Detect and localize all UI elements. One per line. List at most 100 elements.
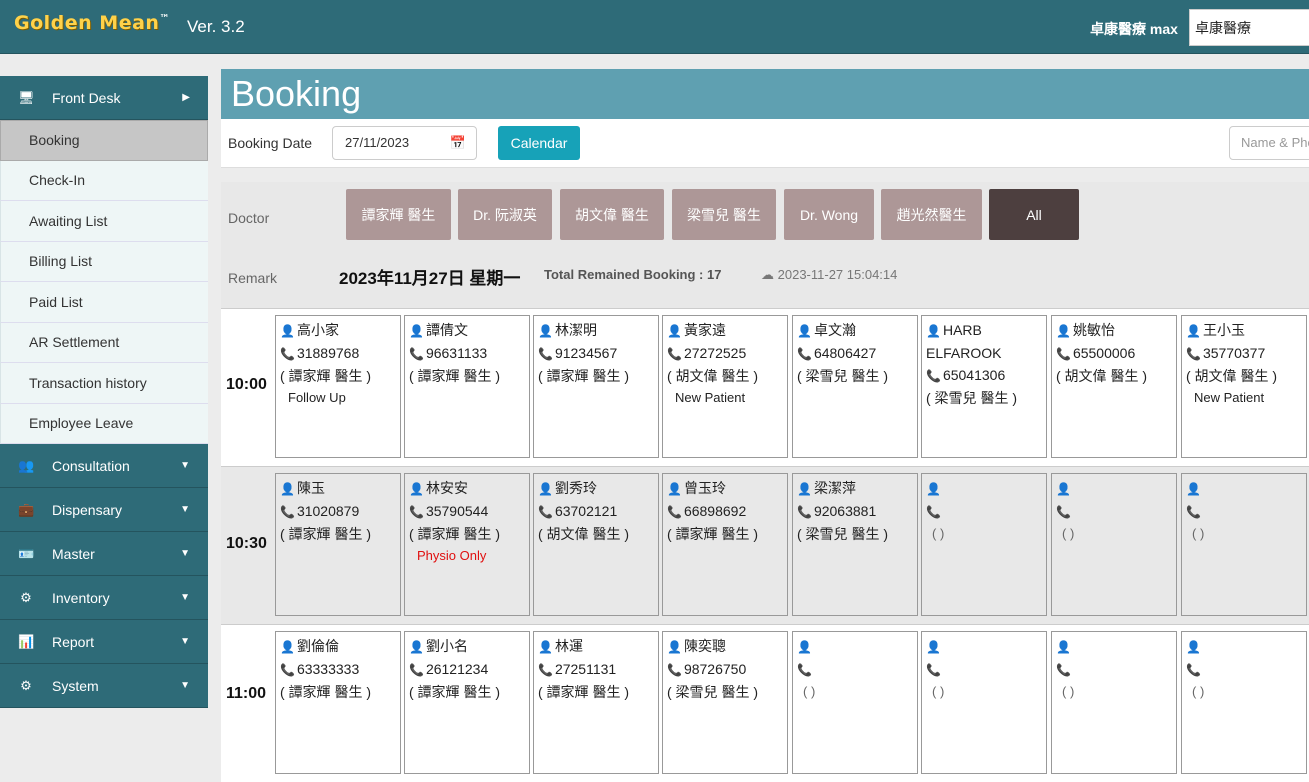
- chevron-down-icon: ▼: [180, 460, 190, 471]
- patient-name-line: 👤 陳奕聰: [667, 635, 783, 658]
- slot-doctor: ( 梁雪兒 醫生 ): [926, 390, 1017, 406]
- patient-name: 劉秀玲: [554, 480, 597, 496]
- booking-slot[interactable]: 👤 HARB ELFAROOK 📞 65041306 ( 梁雪兒 醫生 ): [921, 315, 1047, 458]
- patient-name: 劉小名: [425, 638, 468, 654]
- remained-booking: Total Remained Booking : 17: [544, 267, 722, 282]
- patient-phone: 27272525: [683, 345, 747, 361]
- patient-name: 梁潔萍: [813, 480, 856, 496]
- patient-phone-line: 📞 27272525: [667, 342, 783, 365]
- booking-slot[interactable]: 👤 📞 ( ): [921, 473, 1047, 616]
- booking-slot[interactable]: 👤 林潔明 📞 91234567( 譚家輝 醫生 ): [533, 315, 659, 458]
- monitor-icon: 🖥: [18, 89, 35, 105]
- booking-slot[interactable]: 👤 卓文瀚 📞 64806427( 梁雪兒 醫生 ): [792, 315, 918, 458]
- patient-name-line: 👤 林運: [538, 635, 654, 658]
- user-icon: 👤: [538, 640, 553, 654]
- booking-slot[interactable]: 👤 林安安 📞 35790544( 譚家輝 醫生 ) Physio Only: [404, 473, 530, 616]
- booking-slot[interactable]: 👤 📞 ( ): [1181, 473, 1307, 616]
- booking-slot[interactable]: 👤 📞 ( ): [1051, 473, 1177, 616]
- empty-phone-line: 📞: [1056, 500, 1172, 523]
- slot-doctor: ( 譚家輝 醫生 ): [409, 684, 500, 700]
- patient-name-line: 👤 卓文瀚: [797, 319, 913, 342]
- booking-slot[interactable]: 👤 王小玉 📞 35770377( 胡文偉 醫生 ) New Patient: [1181, 315, 1307, 458]
- time-slot-row: 10:30 👤 陳玉 📞 31020879( 譚家輝 醫生 ) 👤 林安安 📞 35790544…: [221, 466, 1309, 624]
- clinic-select[interactable]: [1189, 9, 1309, 46]
- doctor-filter-button[interactable]: 譚家輝 醫生: [346, 189, 451, 240]
- patient-name-line: 👤 劉倫倫: [280, 635, 396, 658]
- bar-chart-icon: 📊: [18, 633, 35, 649]
- patient-name-line: 👤 林安安: [409, 477, 525, 500]
- patient-phone-line: 📞 91234567: [538, 342, 654, 365]
- sidebar-group-dispensary[interactable]: 💼 Dispensary ▼: [0, 488, 208, 532]
- booking-slot[interactable]: 👤 高小家 📞 31889768( 譚家輝 醫生 ) Follow Up: [275, 315, 401, 458]
- sidebar-item-employee-leave[interactable]: Employee Leave: [0, 403, 208, 444]
- sidebar-item-awaiting-list[interactable]: Awaiting List: [0, 201, 208, 242]
- phone-icon: 📞: [797, 505, 812, 519]
- remark-label: Remark: [228, 270, 278, 286]
- time-slot-label: 10:30: [226, 535, 267, 552]
- booking-slot[interactable]: 👤 黃家遠 📞 27272525( 胡文偉 醫生 ) New Patient: [662, 315, 788, 458]
- calendar-button[interactable]: Calendar: [498, 126, 580, 160]
- phone-icon: 📞: [280, 347, 295, 361]
- sidebar-item-booking[interactable]: Booking: [0, 120, 208, 161]
- chevron-down-icon: ▼: [180, 592, 190, 603]
- calendar-icon[interactable]: 📅: [450, 127, 466, 159]
- slot-doctor: ( 譚家輝 醫生 ): [280, 684, 371, 700]
- patient-phone-line: 📞 92063881: [797, 500, 913, 523]
- sidebar-group-inventory[interactable]: ⚙ Inventory ▼: [0, 576, 208, 620]
- search-input[interactable]: Name & Phone: [1229, 126, 1309, 160]
- patient-phone-line: 📞 35790544: [409, 500, 525, 523]
- doctor-filter-button[interactable]: 胡文偉 醫生: [560, 189, 664, 240]
- patient-name-line: 👤 黃家遠: [667, 319, 783, 342]
- empty-phone-line: 📞: [1056, 658, 1172, 681]
- patient-phone-line: 📞 98726750: [667, 658, 783, 681]
- chevron-down-icon: ▼: [180, 548, 190, 559]
- sidebar-front-desk[interactable]: 🖥 Front Desk ▶: [0, 76, 208, 120]
- phone-icon: 📞: [797, 347, 812, 361]
- booking-slot[interactable]: 👤 劉秀玲 📞 63702121( 胡文偉 醫生 ): [533, 473, 659, 616]
- patient-phone-line: 📞 35770377: [1186, 342, 1302, 365]
- phone-icon: 📞: [538, 505, 553, 519]
- sidebar-group-consultation[interactable]: 👥 Consultation ▼: [0, 444, 208, 488]
- booking-slot[interactable]: 👤 梁潔萍 📞 92063881( 梁雪兒 醫生 ): [792, 473, 918, 616]
- doctor-label: Doctor: [228, 210, 270, 226]
- user-name: 卓康醫療 max: [1090, 21, 1178, 37]
- user-icon: 👤: [1056, 640, 1071, 654]
- sidebar-group-system[interactable]: ⚙ System ▼: [0, 664, 208, 708]
- slot-doctor: ( 譚家輝 醫生 ): [667, 526, 758, 542]
- doctor-filter-button[interactable]: 梁雪兒 醫生: [672, 189, 776, 240]
- sidebar-item-paid-list[interactable]: Paid List: [0, 282, 208, 323]
- phone-icon: 📞: [409, 347, 424, 361]
- booking-slot[interactable]: 👤 譚倩文 📞 96631133( 譚家輝 醫生 ): [404, 315, 530, 458]
- patient-name: 王小玉: [1202, 322, 1245, 338]
- sidebar-group-master[interactable]: 🪪 Master ▼: [0, 532, 208, 576]
- briefcase-icon: 💼: [18, 501, 35, 517]
- booking-date-label: Booking Date: [228, 135, 313, 151]
- sidebar-item-transaction-history[interactable]: Transaction history: [0, 363, 208, 404]
- doctor-filter-button[interactable]: Dr. 阮淑英: [458, 189, 552, 240]
- phone-icon: 📞: [409, 663, 424, 677]
- doctor-filter-button[interactable]: 趙光然醫生: [881, 189, 982, 240]
- patient-phone-line: 📞 27251131: [538, 658, 654, 681]
- sidebar-group-report[interactable]: 📊 Report ▼: [0, 620, 208, 664]
- sidebar-group-label: Consultation: [52, 457, 130, 474]
- patient-phone-line: 📞 65041306: [926, 364, 1042, 387]
- sidebar-item-check-in[interactable]: Check-In: [0, 160, 208, 201]
- doctor-filter-button[interactable]: Dr. Wong: [784, 189, 874, 240]
- sidebar-item-ar-settlement[interactable]: AR Settlement: [0, 322, 208, 363]
- booking-slot[interactable]: 👤 曾玉玲 📞 66898692( 譚家輝 醫生 ): [662, 473, 788, 616]
- patient-phone: 98726750: [683, 661, 747, 677]
- sidebar-item-billing-list[interactable]: Billing List: [0, 241, 208, 282]
- doctor-filter-button[interactable]: All: [989, 189, 1079, 240]
- patient-name-line: 👤 HARB ELFAROOK: [926, 319, 1042, 364]
- app-logo: Golden Mean™: [14, 12, 170, 34]
- phone-icon: 📞: [538, 663, 553, 677]
- patient-phone-line: 📞 63702121: [538, 500, 654, 523]
- booking-slot[interactable]: 👤 姚敏怡 📞 65500006( 胡文偉 醫生 ): [1051, 315, 1177, 458]
- slot-doctor: ( ): [1192, 526, 1205, 541]
- sidebar-group-label: System: [52, 677, 99, 694]
- booking-slot[interactable]: 👤 陳玉 📞 31020879( 譚家輝 醫生 ): [275, 473, 401, 616]
- patient-phone: 96631133: [425, 345, 488, 361]
- patient-name: 劉倫倫: [296, 638, 339, 654]
- booking-date-input[interactable]: 27/11/2023 📅: [332, 126, 477, 160]
- sidebar-group-label: Inventory: [52, 589, 110, 606]
